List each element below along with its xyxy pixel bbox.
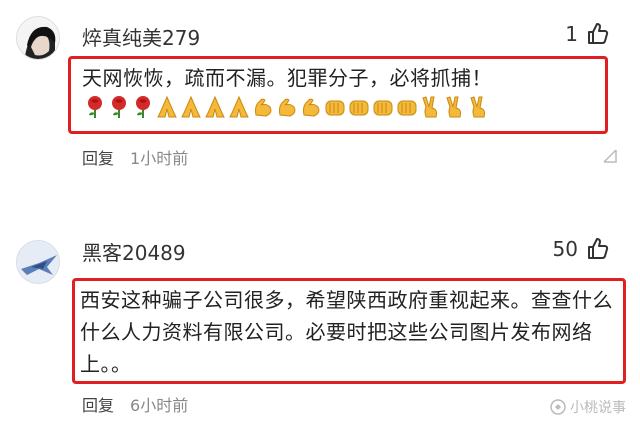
watermark-logo-icon <box>550 399 566 415</box>
watermark: 小桃说事 <box>550 397 626 417</box>
watermark-text: 小桃说事 <box>570 400 626 416</box>
flexed-biceps-icon <box>303 98 320 117</box>
timestamp: 6小时前 <box>130 396 189 415</box>
comment-text: 天网恢恢，疏而不漏。犯罪分子，必将抓捕！ <box>82 66 492 90</box>
user-avatar[interactable] <box>16 240 60 284</box>
emoji-row <box>84 95 490 119</box>
victory-hand-icon <box>470 96 485 118</box>
flexed-biceps-icon <box>255 98 272 117</box>
rose-icon <box>88 96 102 118</box>
username[interactable]: 黑客20489 <box>82 237 186 266</box>
praying-hands-icon <box>229 95 249 118</box>
fist-icon <box>325 100 345 116</box>
timestamp: 1小时前 <box>130 149 189 168</box>
reply-button[interactable]: 回复 <box>82 145 114 169</box>
rose-icon <box>112 96 126 118</box>
thumbs-up-icon <box>588 238 609 259</box>
praying-hands-icon <box>181 95 201 118</box>
username[interactable]: 焠真纯美279 <box>82 22 200 51</box>
comment-text: 西安这种骗子公司很多，希望陕西政府重视起来。查查什么什么人力资料有限公司。必要时… <box>80 288 613 376</box>
fist-icon <box>397 100 417 116</box>
comment-meta: 回复 6小时前 <box>82 392 188 416</box>
like-button[interactable]: 1 <box>565 22 610 46</box>
flexed-biceps-icon <box>279 98 296 117</box>
comment-item: 焠真纯美279 1 天网恢恢，疏而不漏。犯罪分子，必将抓捕！ 回复 1小时前 <box>0 0 640 200</box>
user-avatar[interactable] <box>16 16 60 60</box>
victory-hand-icon <box>446 96 461 118</box>
comment-item: 黑客20489 50 西安这种骗子公司很多，希望陕西政府重视起来。查查什么什么人… <box>0 210 640 427</box>
like-count: 50 <box>552 237 578 261</box>
comment-meta: 回复 1小时前 <box>82 145 188 169</box>
reply-button[interactable]: 回复 <box>82 392 114 416</box>
chevron-down-icon[interactable] <box>602 148 618 164</box>
fist-icon <box>349 100 369 116</box>
thumbs-up-icon <box>588 23 609 44</box>
like-button[interactable]: 50 <box>553 237 610 261</box>
like-count: 1 <box>565 22 578 46</box>
praying-hands-icon <box>205 95 225 118</box>
praying-hands-icon <box>157 95 177 118</box>
victory-hand-icon <box>422 96 437 118</box>
fist-icon <box>373 100 393 116</box>
rose-icon <box>136 96 150 118</box>
